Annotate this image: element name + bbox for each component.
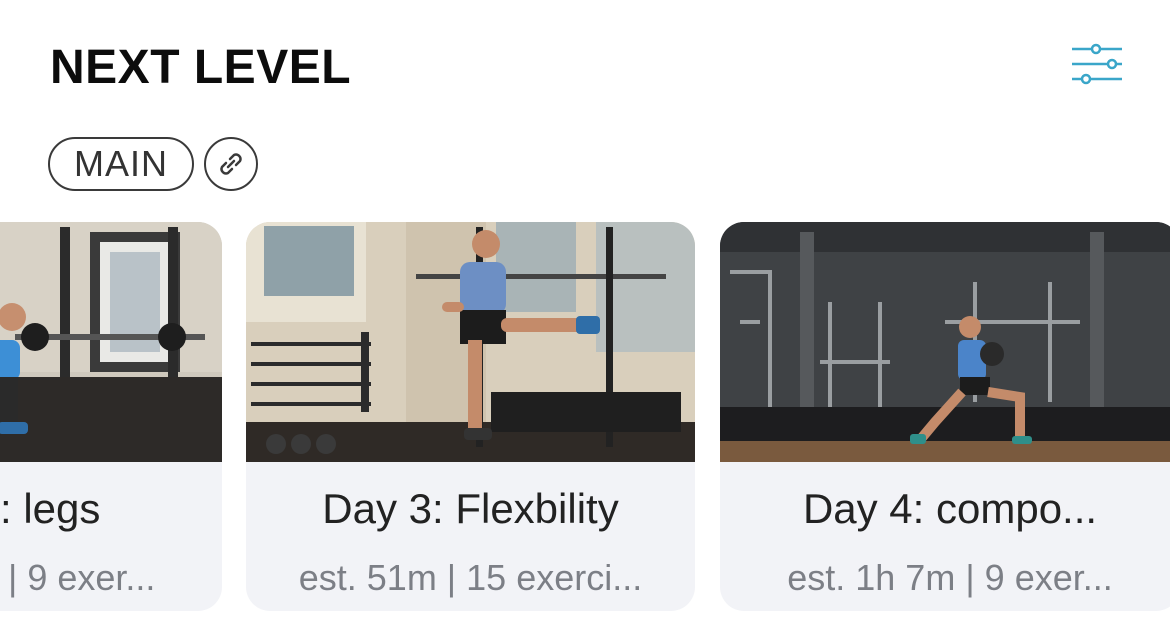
- workout-card[interactable]: Day 3: Flexbility est. 51m | 15 exerci..…: [246, 222, 695, 611]
- workout-name: Day 4: compo...: [802, 485, 1098, 532]
- workout-thumbnail: [0, 222, 222, 462]
- tag-row: MAIN: [48, 137, 258, 191]
- link-button[interactable]: [204, 137, 258, 191]
- workout-thumbnail: [246, 222, 695, 462]
- workout-meta: est. 1h 7m | 9 exer...: [787, 557, 1113, 598]
- workout-meta: | 9 exer...: [8, 557, 156, 598]
- main-tag-button[interactable]: MAIN: [48, 137, 194, 191]
- sliders-icon: [1072, 43, 1122, 85]
- workout-name: : legs: [0, 485, 101, 532]
- link-icon: [220, 153, 242, 175]
- workout-card[interactable]: : legs | 9 exer...: [0, 222, 222, 611]
- workout-card[interactable]: Day 4: compo... est. 1h 7m | 9 exer...: [720, 222, 1170, 611]
- main-tag-label: MAIN: [74, 143, 168, 184]
- filter-button[interactable]: [1066, 40, 1126, 90]
- page-title: NEXT LEVEL: [50, 41, 352, 94]
- workout-name: Day 3: Flexbility: [322, 485, 619, 532]
- workout-thumbnail: [720, 222, 1170, 462]
- workout-meta: est. 51m | 15 exerci...: [298, 557, 643, 598]
